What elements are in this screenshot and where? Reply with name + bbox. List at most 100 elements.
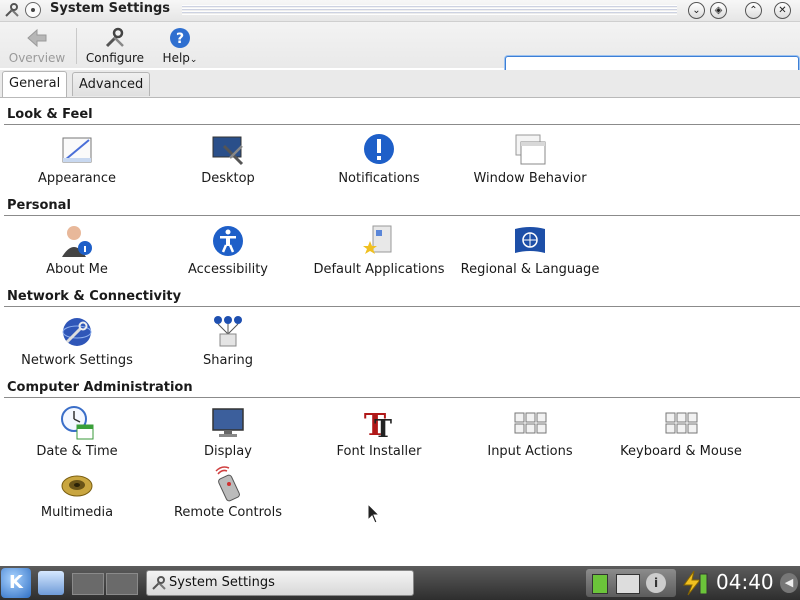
default-applications-label: Default Applications xyxy=(313,262,445,277)
remote-controls-item[interactable]: Remote Controls xyxy=(153,466,303,520)
panel-arrow-icon[interactable]: ◀ xyxy=(780,573,798,593)
sharing-label: Sharing xyxy=(203,353,253,368)
keyboard-mouse-label: Keyboard & Mouse xyxy=(620,444,742,459)
date-time-label: Date & Time xyxy=(36,444,118,459)
title-decoration xyxy=(182,5,677,15)
category-divider xyxy=(4,124,800,125)
taskbar-task-system-settings[interactable]: System Settings xyxy=(146,570,414,596)
configure-label: Configure xyxy=(85,51,145,65)
appearance-icon xyxy=(62,137,92,163)
regional-language-label: Regional & Language xyxy=(460,262,600,277)
category-divider xyxy=(4,397,800,398)
close-button[interactable]: ✕ xyxy=(774,2,791,19)
category-title: Network & Connectivity xyxy=(7,289,182,304)
toolbar-separator xyxy=(76,28,77,64)
pager-desktop-1[interactable] xyxy=(72,573,104,595)
multimedia-label: Multimedia xyxy=(40,505,114,520)
category-divider xyxy=(4,215,800,216)
display-label: Display xyxy=(204,444,252,459)
task-label: System Settings xyxy=(169,575,275,590)
kde-logo-icon: K xyxy=(9,572,23,593)
display-item[interactable]: Display xyxy=(153,405,303,459)
about-me-label: About Me xyxy=(46,262,108,277)
font-installer-item[interactable]: TT Font Installer xyxy=(304,405,454,459)
about-me-item[interactable]: About Me xyxy=(2,223,152,277)
default-applications-icon xyxy=(363,225,392,254)
multimedia-item[interactable]: Multimedia xyxy=(2,466,152,520)
network-icon[interactable] xyxy=(616,574,640,594)
toolbar: Overview Configure ? Help⌄ xyxy=(0,22,800,73)
desktop-item[interactable]: Desktop xyxy=(153,132,303,186)
overview-button[interactable]: Overview xyxy=(6,25,68,65)
keyboard-mouse-icon xyxy=(665,412,698,434)
category-title: Look & Feel xyxy=(7,107,93,122)
taskbar: K System Settings i 04:40 ◀ xyxy=(0,566,800,600)
sharing-item[interactable]: Sharing xyxy=(153,314,303,368)
category-divider xyxy=(4,306,800,307)
accessibility-icon xyxy=(213,226,243,256)
title-bar[interactable]: System Settings ⌄ ◈ ⌃ ✕ xyxy=(0,0,800,22)
svg-text:T: T xyxy=(374,414,392,441)
font-installer-label: Font Installer xyxy=(336,444,422,459)
accessibility-label: Accessibility xyxy=(188,262,268,277)
notifications-item[interactable]: Notifications xyxy=(304,132,454,186)
window-menu-icon[interactable] xyxy=(25,2,41,18)
regional-language-item[interactable]: Regional & Language xyxy=(455,223,605,277)
power-icon[interactable] xyxy=(680,570,708,600)
help-label: Help xyxy=(162,51,190,65)
system-tray: i xyxy=(586,569,676,597)
input-actions-label: Input Actions xyxy=(487,444,573,459)
window-behavior-label: Window Behavior xyxy=(473,171,587,186)
category-title: Personal xyxy=(7,198,71,213)
tools-icon[interactable] xyxy=(4,2,20,22)
tab-general[interactable]: General xyxy=(2,71,68,97)
clock[interactable]: 04:40 xyxy=(716,570,774,594)
window-behavior-item[interactable]: Window Behavior xyxy=(455,132,605,186)
multimedia-icon xyxy=(61,475,93,497)
battery-icon[interactable] xyxy=(592,574,608,594)
minimize-button[interactable]: ⌄ xyxy=(688,2,705,19)
network-settings-item[interactable]: Network Settings xyxy=(2,314,152,368)
input-actions-icon xyxy=(514,412,547,434)
configure-button[interactable]: Configure xyxy=(84,25,146,65)
pager-desktop-2[interactable] xyxy=(106,573,138,595)
default-applications-item[interactable]: Default Applications xyxy=(304,223,454,277)
network-settings-icon xyxy=(62,318,92,346)
keep-above-button[interactable]: ◈ xyxy=(710,2,727,19)
maximize-button[interactable]: ⌃ xyxy=(745,2,762,19)
back-arrow-icon xyxy=(27,28,47,48)
svg-text:?: ? xyxy=(176,31,184,47)
settings-content: Look & Feel Appearance Desktop Notificat… xyxy=(0,98,800,563)
category-title: Computer Administration xyxy=(7,380,193,395)
remote-controls-icon xyxy=(215,466,240,502)
info-icon[interactable]: i xyxy=(646,573,666,593)
input-actions-item[interactable]: Input Actions xyxy=(455,405,605,459)
accessibility-item[interactable]: Accessibility xyxy=(153,223,303,277)
font-installer-icon: TT xyxy=(364,408,392,441)
chevron-down-icon: ⌄ xyxy=(189,55,198,65)
display-icon xyxy=(212,408,244,437)
about-me-icon xyxy=(62,226,92,257)
keyboard-mouse-item[interactable]: Keyboard & Mouse xyxy=(606,405,756,459)
show-desktop-icon[interactable] xyxy=(38,571,64,595)
desktop-label: Desktop xyxy=(201,171,255,186)
help-button[interactable]: ? Help⌄ xyxy=(158,25,202,65)
appearance-item[interactable]: Appearance xyxy=(2,132,152,186)
tab-bar: General Advanced xyxy=(0,70,800,98)
tab-advanced[interactable]: Advanced xyxy=(72,72,151,96)
tab-advanced-label: Advanced xyxy=(79,77,144,92)
kde-menu-button[interactable]: K xyxy=(1,568,31,598)
notifications-label: Notifications xyxy=(338,171,420,186)
configure-icon xyxy=(105,27,124,48)
window-title: System Settings xyxy=(50,1,171,16)
network-settings-label: Network Settings xyxy=(21,353,133,368)
tools-icon xyxy=(151,575,167,600)
date-time-item[interactable]: Date & Time xyxy=(2,405,152,459)
regional-language-icon xyxy=(515,227,545,253)
window-behavior-icon xyxy=(515,134,546,165)
mouse-cursor-icon xyxy=(367,503,381,524)
appearance-label: Appearance xyxy=(37,171,117,186)
remote-controls-label: Remote Controls xyxy=(173,505,283,520)
tab-general-label: General xyxy=(9,76,61,91)
overview-label: Overview xyxy=(8,51,66,65)
